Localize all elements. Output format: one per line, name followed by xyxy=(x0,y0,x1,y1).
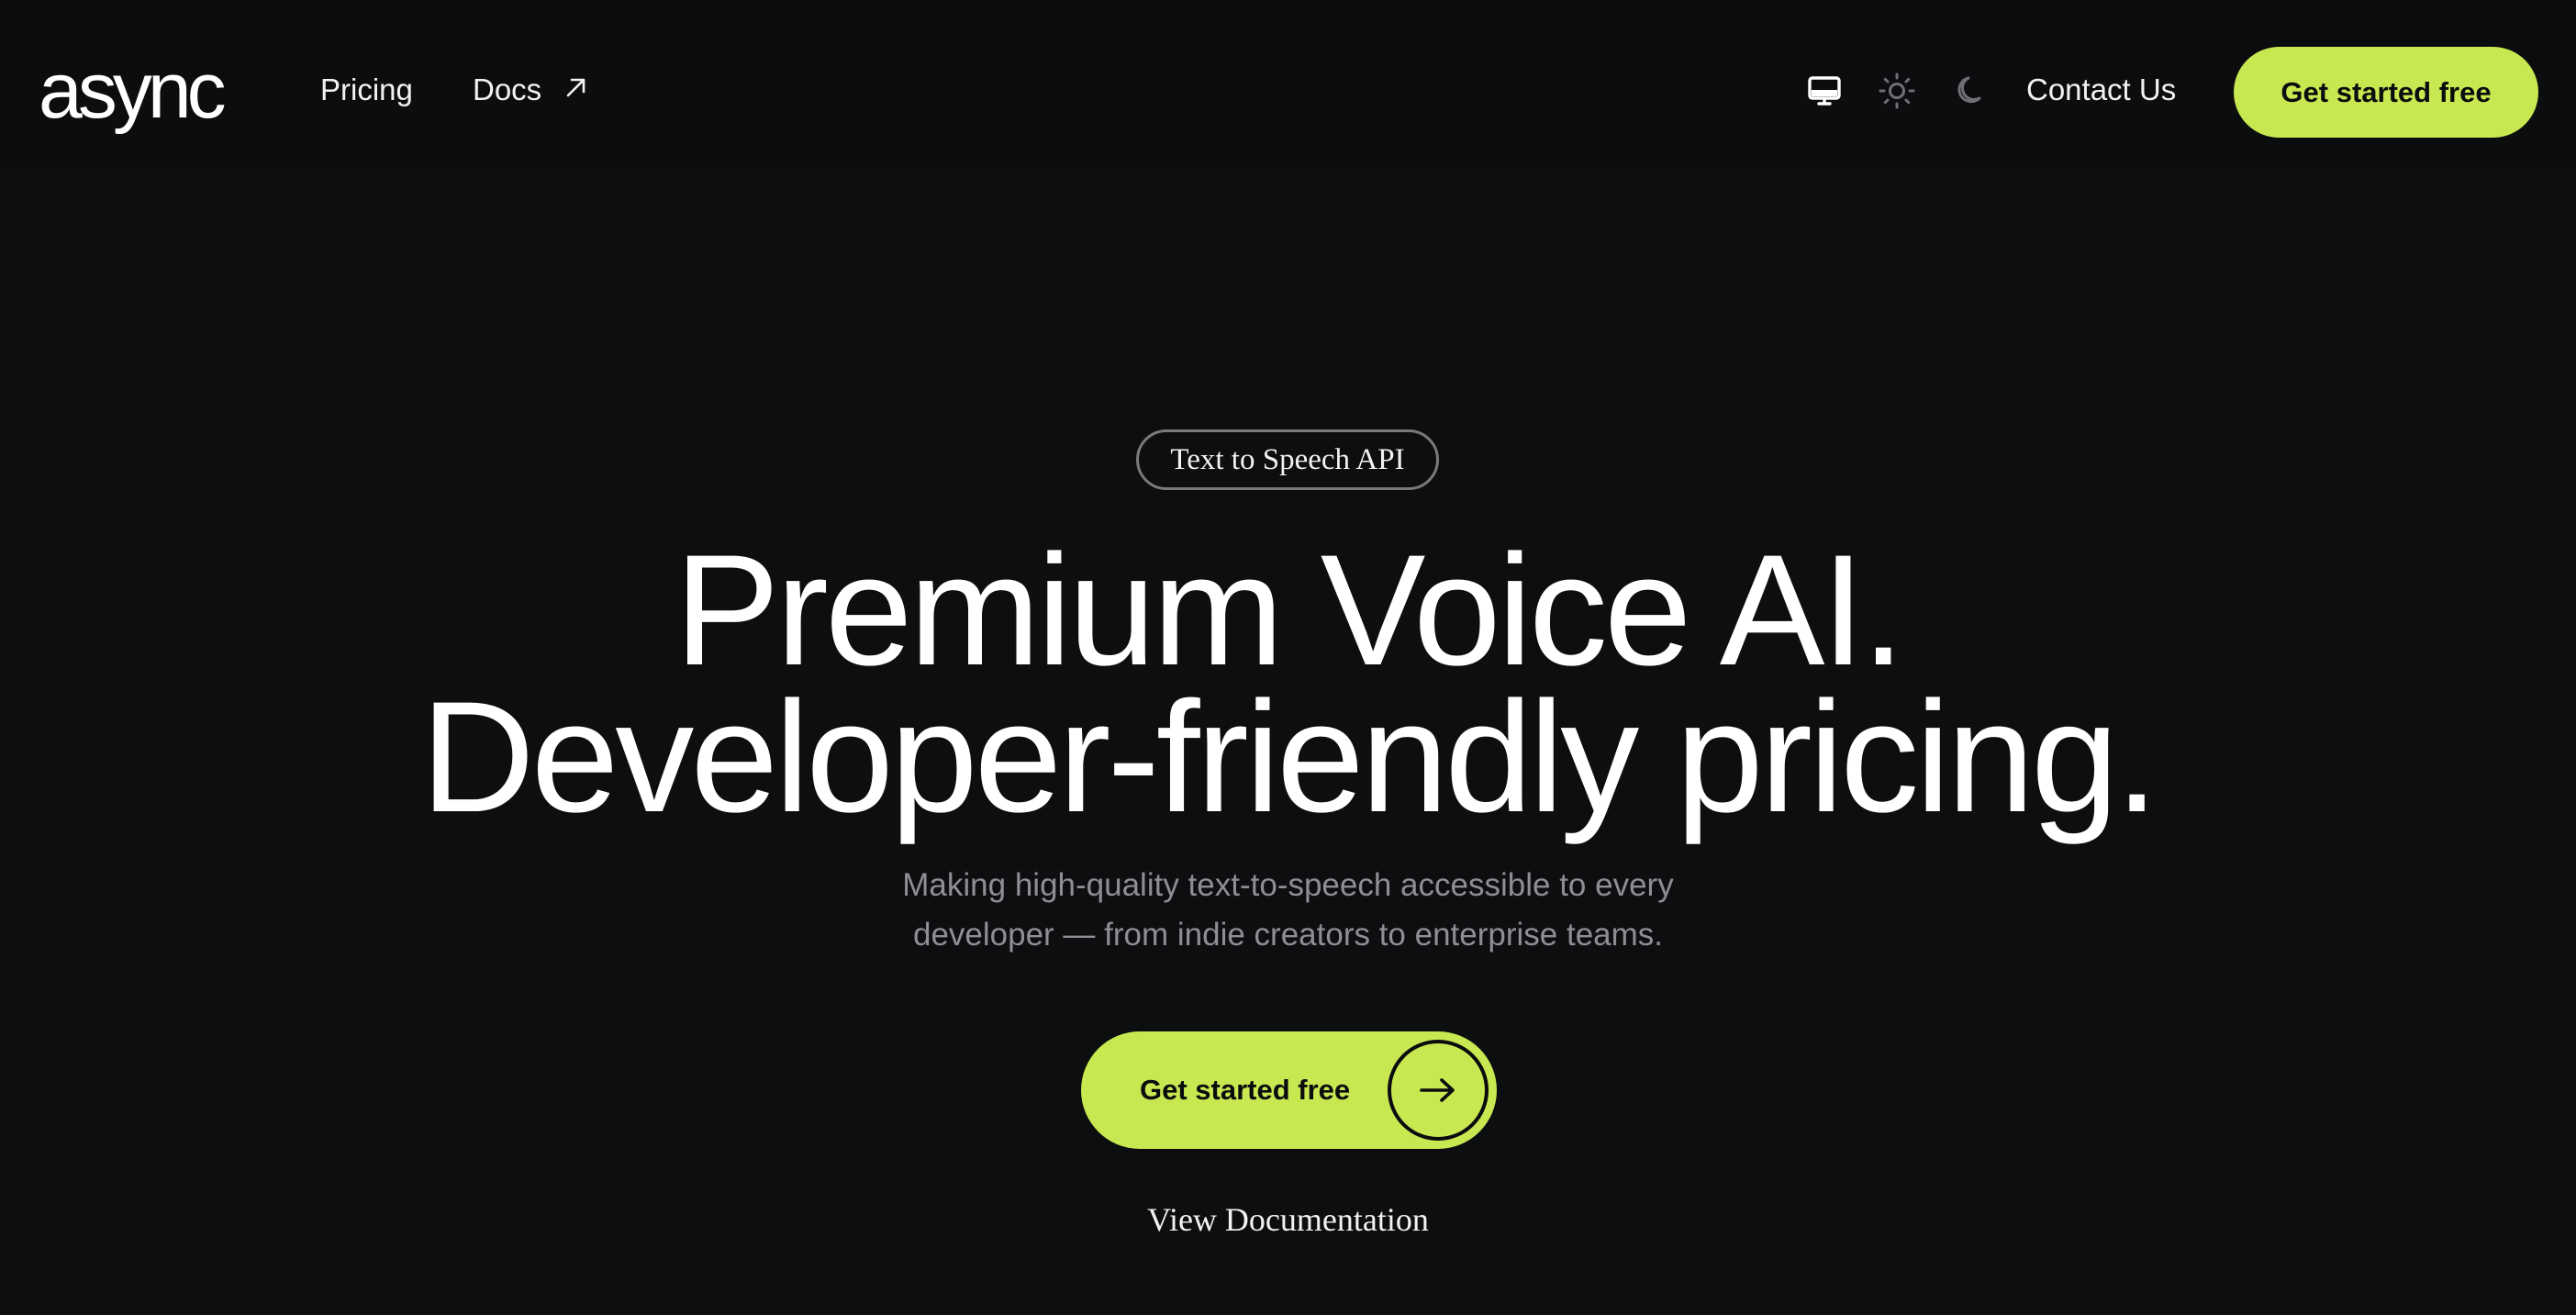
monitor-icon[interactable] xyxy=(1805,72,1844,110)
nav-link-pricing[interactable]: Pricing xyxy=(320,66,413,114)
view-documentation-link[interactable]: View Documentation xyxy=(0,1200,2576,1239)
get-started-button-hero-label: Get started free xyxy=(1140,1074,1351,1106)
sun-icon[interactable] xyxy=(1878,72,1916,110)
landing-page: async Pricing Docs Contact Us Get starte… xyxy=(0,0,2576,1315)
hero-headline-line-1: Premium Voice AI. xyxy=(674,522,1905,698)
nav-link-docs[interactable]: Docs xyxy=(473,66,588,114)
top-nav: async Pricing Docs Contact Us Get starte… xyxy=(0,0,2576,184)
hero-subtitle-line-2: developer — from indie creators to enter… xyxy=(912,917,1664,953)
arrow-right-icon xyxy=(1388,1040,1489,1141)
nav-link-docs-label: Docs xyxy=(473,72,542,106)
hero-headline-line-2: Developer-friendly pricing. xyxy=(420,669,2159,845)
get-started-button-hero[interactable]: Get started free xyxy=(1081,1031,1497,1149)
hero-subtitle-line-1: Making high-quality text-to-speech acces… xyxy=(902,867,1674,903)
product-badge: Text to Speech API xyxy=(1136,429,1439,490)
get-started-button-header[interactable]: Get started free xyxy=(2234,47,2538,138)
moon-icon[interactable] xyxy=(1952,72,1991,110)
external-arrow-icon xyxy=(564,65,588,113)
nav-link-contact[interactable]: Contact Us xyxy=(2026,66,2176,114)
logo[interactable]: async xyxy=(39,40,227,141)
